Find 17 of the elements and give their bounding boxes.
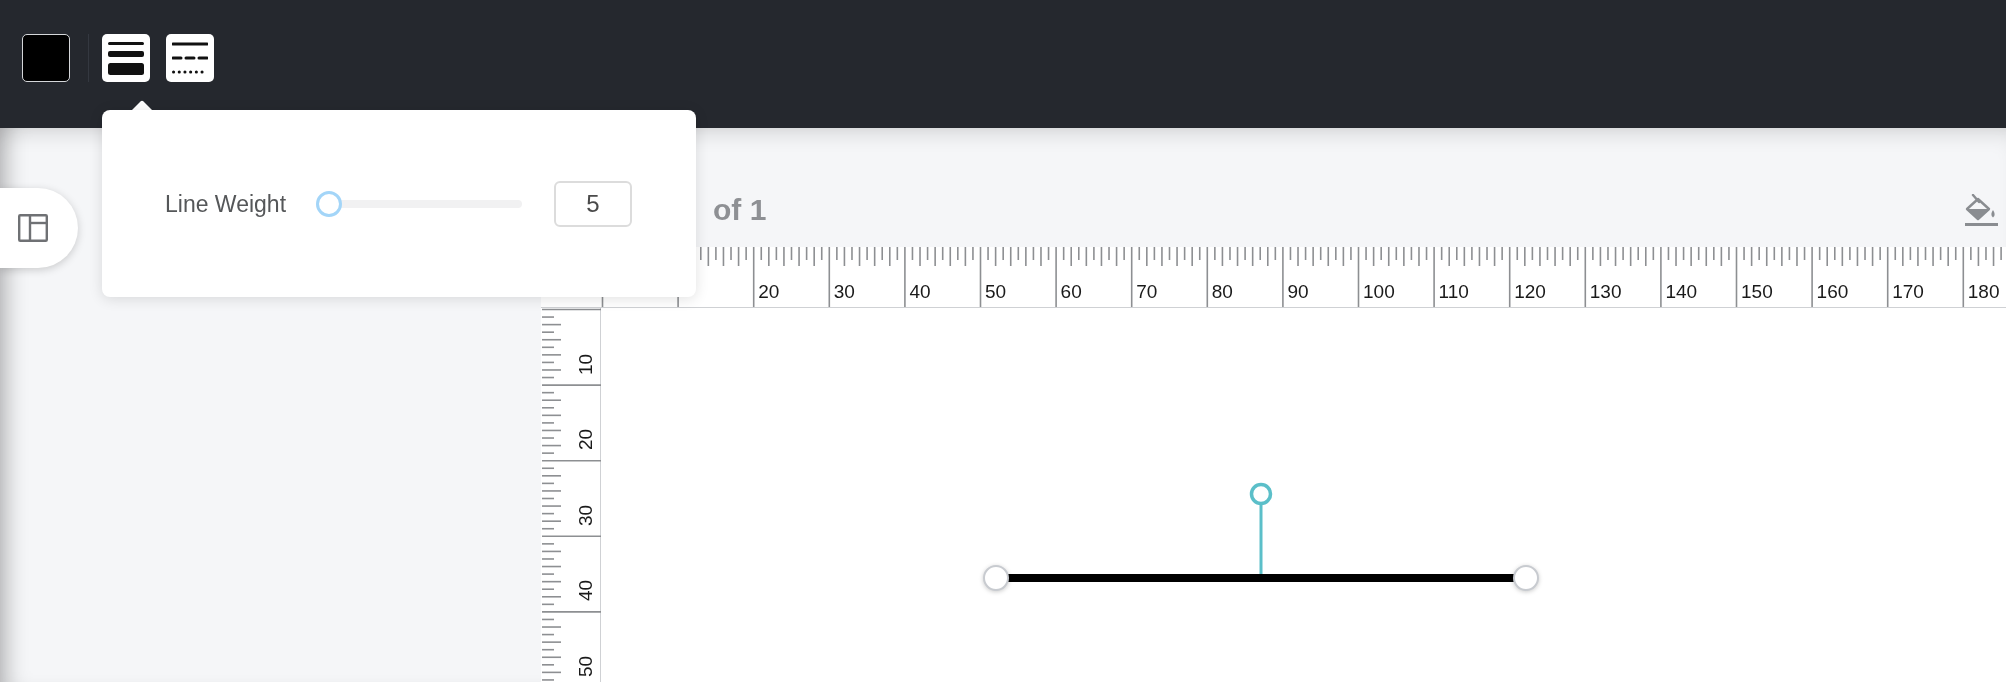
sidebar-toggle-button[interactable] xyxy=(0,188,78,268)
resize-handle[interactable] xyxy=(983,565,1009,591)
line-weight-label: Line Weight xyxy=(165,189,287,218)
line-weight-slider[interactable] xyxy=(316,190,523,217)
line-weight-button[interactable] xyxy=(102,34,150,82)
line-shape[interactable] xyxy=(983,482,1539,591)
line-style-button[interactable] xyxy=(166,34,214,82)
resize-handle[interactable] xyxy=(1513,565,1539,591)
color-swatch[interactable] xyxy=(22,34,70,82)
slider-thumb[interactable] xyxy=(316,190,343,217)
page-indicator: of 1 xyxy=(713,193,767,227)
rotate-handle[interactable] xyxy=(1249,482,1273,574)
paint-bucket-icon[interactable] xyxy=(1965,193,1998,227)
line-weight-icon xyxy=(108,41,144,75)
layout-panel-icon xyxy=(18,214,48,242)
line-style-icon xyxy=(172,42,208,74)
line-weight-input[interactable]: 5 xyxy=(554,180,633,227)
